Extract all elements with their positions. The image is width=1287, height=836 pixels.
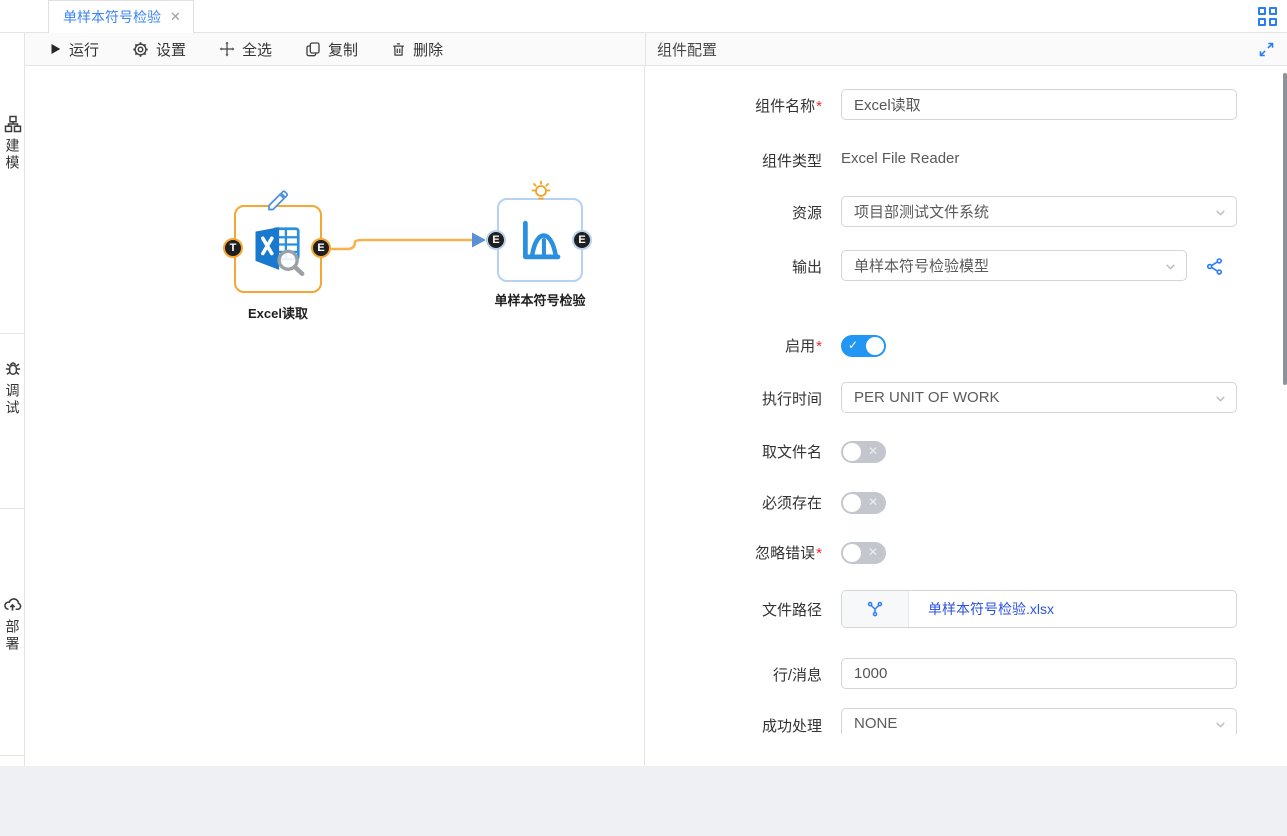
- config-panel-title: 组件配置: [657, 39, 717, 60]
- sidebar-label: 部署: [3, 619, 23, 653]
- settings-button[interactable]: 设置: [132, 39, 186, 60]
- sidebar-item-modeling[interactable]: 建模: [0, 115, 25, 172]
- take-filename-toggle[interactable]: ✕: [841, 441, 886, 463]
- apps-grid-icon[interactable]: [1258, 7, 1278, 27]
- chevron-down-icon: [1164, 260, 1177, 273]
- tab-one-sample-sign-test[interactable]: 单样本符号检验 ✕: [48, 0, 194, 33]
- share-icon[interactable]: [1205, 257, 1224, 276]
- sidebar-divider: [0, 755, 25, 756]
- required-mark: *: [816, 338, 822, 355]
- config-panel-header: 组件配置: [645, 33, 1287, 66]
- sidebar-divider: [0, 333, 25, 334]
- app-surface: 单样本符号检验 ✕ 运行 设置: [0, 0, 1287, 766]
- port-e-out2[interactable]: E: [572, 230, 592, 250]
- field-label-ignore-error: 忽略错误*: [755, 542, 822, 563]
- tab-label: 单样本符号检验: [63, 7, 161, 27]
- toggle-knob: [866, 337, 884, 355]
- field-label-exec-time: 执行时间: [762, 388, 822, 409]
- output-select[interactable]: 单样本符号检验模型: [841, 250, 1187, 281]
- sidebar-item-debug[interactable]: 调试: [0, 360, 25, 417]
- toggle-knob: [843, 494, 861, 512]
- port-t[interactable]: T: [223, 238, 243, 258]
- connection-arrowhead-icon: [472, 233, 486, 248]
- clipped-row: NONE: [841, 708, 1239, 734]
- x-icon: ✕: [868, 495, 878, 509]
- field-label-success-handling: 成功处理: [762, 715, 822, 736]
- trash-icon: [391, 42, 406, 57]
- node-label: Excel读取: [214, 303, 342, 322]
- expand-icon[interactable]: [1258, 41, 1275, 58]
- field-label-must-exist: 必须存在: [762, 492, 822, 513]
- sitemap-icon: [4, 115, 22, 133]
- delete-button[interactable]: 删除: [391, 39, 443, 60]
- workflow-canvas[interactable]: T E Excel读取 E E: [25, 66, 645, 766]
- left-nav-rail: 建模 调试 部署: [0, 33, 25, 766]
- node-label: 单样本符号检验: [460, 290, 620, 309]
- canvas-toolbar: 运行 设置 全选 复制: [25, 33, 645, 66]
- sidebar-divider: [0, 508, 25, 509]
- excel-reader-icon: [251, 222, 305, 276]
- x-icon: ✕: [868, 545, 878, 559]
- enable-toggle[interactable]: ✓: [841, 335, 886, 357]
- rows-per-msg-input[interactable]: [841, 658, 1237, 689]
- field-label-enable: 启用*: [785, 335, 822, 356]
- pencil-icon: [266, 188, 290, 212]
- field-label-resource: 资源: [792, 202, 822, 223]
- port-e-in[interactable]: E: [486, 230, 506, 250]
- branch-y-icon: [866, 600, 884, 618]
- node-connection: [25, 66, 645, 766]
- required-mark: *: [816, 98, 822, 115]
- chevron-down-icon: [1214, 206, 1227, 219]
- exec-time-select[interactable]: PER UNIT OF WORK: [841, 382, 1237, 413]
- success-handling-select[interactable]: NONE: [841, 708, 1237, 734]
- field-label-output: 输出: [792, 256, 822, 277]
- branch-variable-button[interactable]: [842, 591, 909, 627]
- component-type-value: Excel File Reader: [841, 150, 959, 167]
- chevron-down-icon: [1214, 718, 1227, 731]
- gear-icon: [132, 41, 149, 58]
- field-label-take-filename: 取文件名: [762, 441, 822, 462]
- sidebar-label: 调试: [3, 383, 23, 417]
- required-mark: *: [816, 545, 822, 562]
- toggle-knob: [843, 443, 861, 461]
- resource-select[interactable]: 项目部测试文件系统: [841, 196, 1237, 227]
- config-panel-body: 组件名称* 组件类型 Excel File Reader 资源 项目部测试文件系…: [645, 66, 1287, 766]
- cloud-upload-icon: [3, 595, 22, 614]
- select-all-button[interactable]: 全选: [219, 39, 272, 60]
- copy-button[interactable]: 复制: [305, 39, 358, 60]
- tab-bar: 单样本符号检验 ✕: [0, 0, 1287, 33]
- file-path-control: 单样本符号检验.xlsx: [841, 590, 1237, 628]
- run-button[interactable]: 运行: [48, 39, 99, 60]
- node-excel-reader[interactable]: [234, 205, 322, 293]
- node-sign-test[interactable]: [497, 198, 583, 282]
- file-path-link[interactable]: 单样本符号检验.xlsx: [928, 599, 1054, 619]
- ignore-error-toggle[interactable]: ✕: [841, 542, 886, 564]
- bug-icon: [4, 360, 22, 378]
- panel-scrollbar[interactable]: [1283, 73, 1287, 385]
- port-e-out[interactable]: E: [311, 238, 331, 258]
- play-icon: [48, 42, 62, 56]
- lightbulb-icon: [529, 178, 553, 202]
- toggle-knob: [843, 544, 861, 562]
- tab-close-icon[interactable]: ✕: [170, 9, 181, 25]
- copy-icon: [305, 41, 321, 57]
- component-name-input[interactable]: [841, 89, 1237, 120]
- check-icon: ✓: [848, 338, 858, 352]
- distribution-chart-icon: [513, 213, 567, 267]
- sidebar-item-deploy[interactable]: 部署: [0, 595, 25, 653]
- x-icon: ✕: [868, 444, 878, 458]
- move-icon: [219, 41, 235, 57]
- field-label-file-path: 文件路径: [762, 599, 822, 620]
- field-label-rows-per-msg: 行/消息: [773, 664, 822, 685]
- field-label-name: 组件名称*: [755, 95, 822, 116]
- sidebar-label: 建模: [3, 138, 23, 172]
- chevron-down-icon: [1214, 392, 1227, 405]
- field-label-type: 组件类型: [762, 150, 822, 171]
- must-exist-toggle[interactable]: ✕: [841, 492, 886, 514]
- app-window: 单样本符号检验 ✕ 运行 设置: [0, 0, 1287, 836]
